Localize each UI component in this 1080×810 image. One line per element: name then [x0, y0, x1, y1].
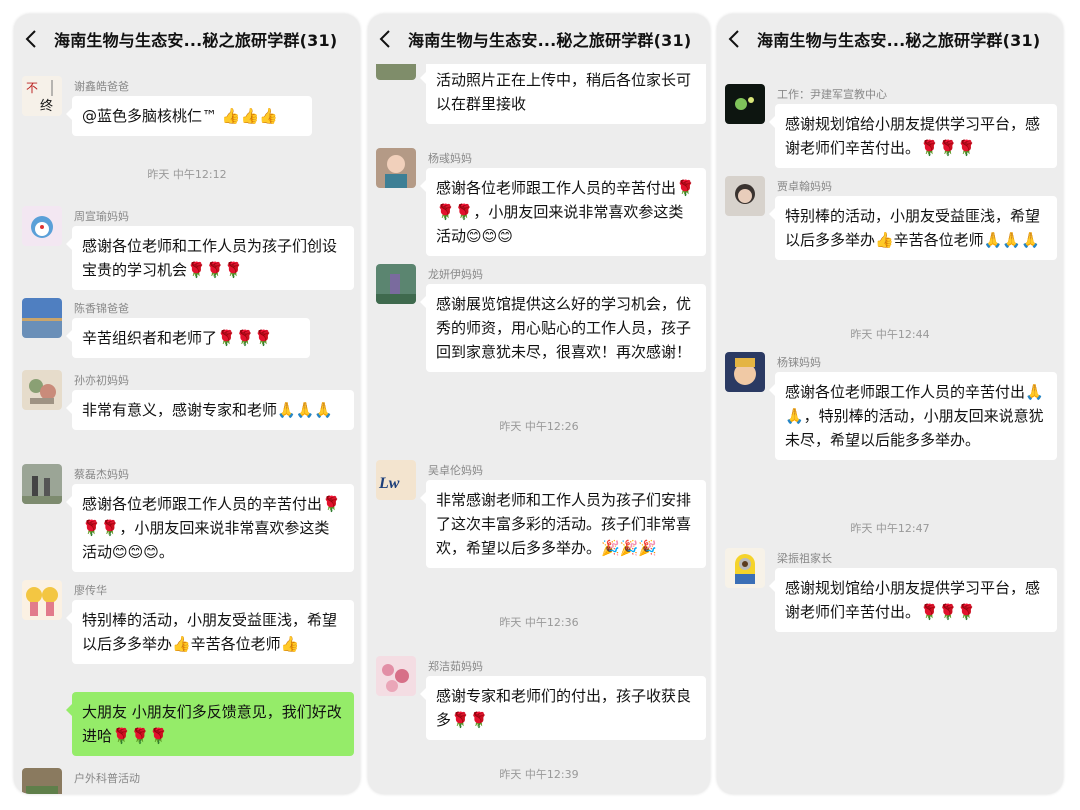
sender-name: 梁振祖家长 [777, 552, 832, 565]
avatar[interactable] [376, 656, 416, 696]
sender-name: 孙亦初妈妈 [74, 374, 129, 387]
sender-name: 工作：尹建军宣教中心 [777, 88, 887, 101]
message-bubble[interactable]: 感谢各位老师跟工作人员的辛苦付出🙏🙏，特别棒的活动，小朋友回来说意犹未尽，希望以… [769, 372, 1057, 460]
timestamp: 昨天 中午12:12 [147, 168, 227, 181]
timestamp: 昨天 中午12:36 [499, 616, 579, 629]
avatar[interactable] [22, 464, 62, 504]
avatar[interactable] [22, 580, 62, 620]
chat-panel-3: 海南生物与生态安...秘之旅研学群(31) 工作：尹建军宣教中心 感谢规划馆给小… [717, 14, 1063, 794]
avatar[interactable] [725, 84, 765, 124]
avatar[interactable] [376, 264, 416, 304]
timestamp: 昨天 中午12:39 [499, 768, 579, 781]
avatar[interactable] [22, 370, 62, 410]
message-bubble[interactable]: 感谢各位老师跟工作人员的辛苦付出🌹🌹🌹，小朋友回来说非常喜欢参这类活动😊😊😊。 [66, 484, 354, 572]
message-bubble[interactable]: 非常有意义，感谢专家和老师🙏🙏🙏 [66, 390, 354, 430]
chat-title: 海南生物与生态安...秘之旅研学群(31) [54, 31, 338, 50]
chat-panel-2: 海南生物与生态安...秘之旅研学群(31) 活动照片正在上传中，稍后各位家长可以… [368, 14, 710, 794]
sender-name: 周宣瑜妈妈 [74, 210, 129, 223]
message-bubble[interactable]: 活动照片正在上传中，稍后各位家长可以在群里接收 [420, 60, 706, 124]
chat-header: 海南生物与生态安...秘之旅研学群(31) [368, 14, 710, 64]
message-bubble[interactable]: 感谢专家和老师们的付出，孩子收获良多🌹🌹 [420, 676, 706, 740]
avatar[interactable] [22, 298, 62, 338]
timestamp: 昨天 中午12:44 [850, 328, 930, 341]
message-bubble[interactable]: 感谢展览馆提供这么好的学习机会，优秀的师资，用心贴心的工作人员，孩子回到家意犹未… [420, 284, 706, 372]
back-button[interactable] [368, 14, 402, 64]
chat-title: 海南生物与生态安...秘之旅研学群(31) [757, 31, 1041, 50]
chevron-left-icon [379, 30, 390, 48]
avatar[interactable] [22, 768, 62, 794]
message-bubble[interactable]: 辛苦组织者和老师了🌹🌹🌹 [66, 318, 310, 358]
message-bubble[interactable]: 非常感谢老师和工作人员为孩子们安排了这次丰富多彩的活动。孩子们非常喜欢，希望以后… [420, 480, 706, 568]
message-bubble[interactable]: @蓝色多脑核桃仁™ 👍👍👍 [66, 96, 312, 136]
sender-name: 蔡磊杰妈妈 [74, 468, 129, 481]
timestamp: 昨天 中午12:47 [850, 522, 930, 535]
message-bubble[interactable]: 感谢规划馆给小朋友提供学习平台，感谢老师们辛苦付出。🌹🌹🌹 [769, 568, 1057, 632]
sender-name: 廖传华 [74, 584, 107, 597]
message-bubble[interactable]: 感谢各位老师和工作人员为孩子们创设宝贵的学习机会🌹🌹🌹 [66, 226, 354, 290]
message-bubble[interactable]: 特别棒的活动，小朋友受益匪浅，希望以后多多举办👍辛苦各位老师🙏🙏🙏 [769, 196, 1057, 260]
avatar[interactable]: 不终 [22, 76, 62, 116]
message-bubble[interactable]: 感谢各位老师跟工作人员的辛苦付出🌹🌹🌹，小朋友回来说非常喜欢参这类活动😊😊😊 [420, 168, 706, 256]
sender-name: 贾卓翰妈妈 [777, 180, 832, 193]
svg-text:终: 终 [40, 98, 53, 113]
message-bubble[interactable]: 大朋友 小朋友们多反馈意见，我们好改进哈🌹🌹🌹 [66, 692, 354, 756]
chat-header: 海南生物与生态安...秘之旅研学群(31) [717, 14, 1063, 64]
avatar[interactable] [376, 148, 416, 188]
message-bubble[interactable]: 特别棒的活动，小朋友受益匪浅，希望以后多多举办👍辛苦各位老师👍 [66, 600, 354, 664]
chevron-left-icon [728, 30, 739, 48]
back-button[interactable] [717, 14, 751, 64]
svg-text:Lw: Lw [378, 475, 400, 492]
chevron-left-icon [25, 30, 36, 48]
sender-name: 谢鑫皓爸爸 [74, 80, 129, 93]
sender-name: 郑洁茹妈妈 [428, 660, 483, 673]
back-button[interactable] [14, 14, 48, 64]
avatar[interactable] [725, 352, 765, 392]
avatar[interactable] [22, 206, 62, 246]
sender-name: 龙妍伊妈妈 [428, 268, 483, 281]
avatar[interactable] [725, 548, 765, 588]
avatar[interactable] [725, 176, 765, 216]
chat-title: 海南生物与生态安...秘之旅研学群(31) [408, 31, 692, 50]
svg-text:不: 不 [26, 81, 38, 95]
message-bubble[interactable]: 感谢规划馆给小朋友提供学习平台，感谢老师们辛苦付出。🌹🌹🌹 [769, 104, 1057, 168]
sender-name: 杨彧妈妈 [428, 152, 472, 165]
avatar[interactable]: Lw [376, 460, 416, 500]
sender-name: 陈香锦爸爸 [74, 302, 129, 315]
timestamp: 昨天 中午12:26 [499, 420, 579, 433]
sender-name: 吴卓伦妈妈 [428, 464, 483, 477]
chat-panel-1: 海南生物与生态安...秘之旅研学群(31) 不终 谢鑫皓爸爸 @蓝色多脑核桃仁™… [14, 14, 360, 794]
sender-name: 户外科普活动 [74, 772, 140, 785]
sender-name: 杨铼妈妈 [777, 356, 821, 369]
chat-header: 海南生物与生态安...秘之旅研学群(31) [14, 14, 360, 64]
